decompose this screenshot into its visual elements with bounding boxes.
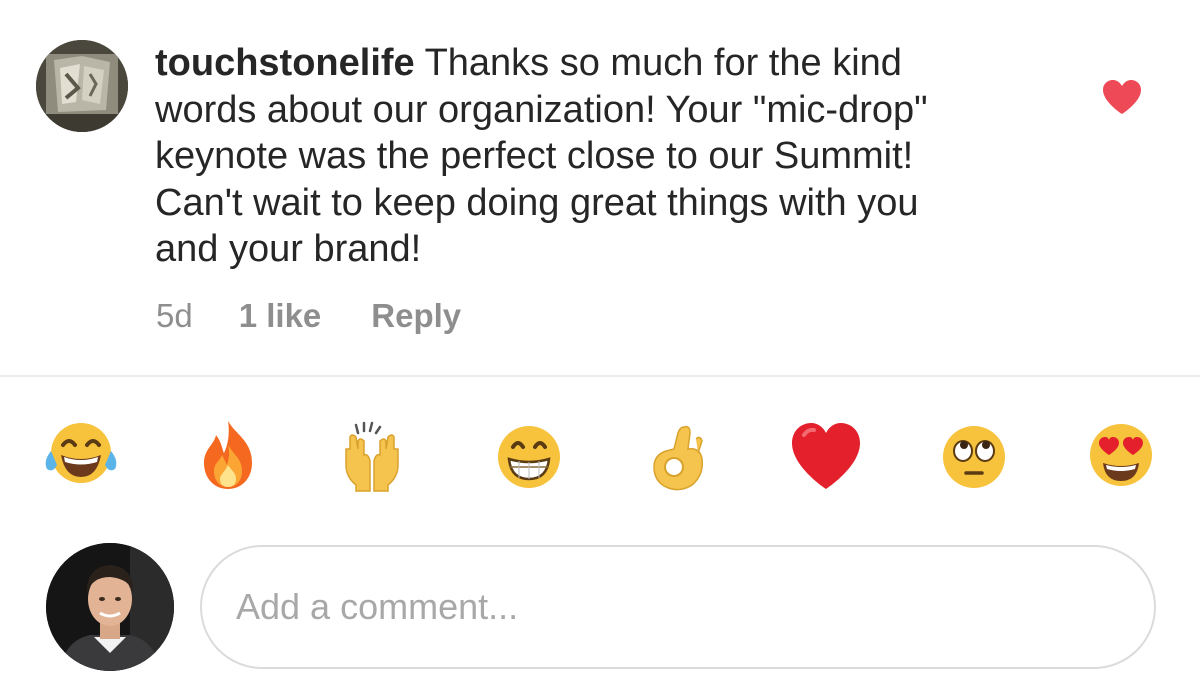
quick-emoji-bar — [0, 405, 1200, 505]
comment-text-line: touchstonelife Thanks so much for the ki… — [155, 40, 1055, 87]
comment-text-line: words about our organization! Your "mic-… — [155, 88, 928, 131]
comment-meta: 5d 1 like Reply — [156, 297, 461, 335]
comment-username[interactable]: touchstonelife — [155, 42, 415, 84]
smiling-face-with-heart-eyes-icon[interactable] — [1071, 405, 1171, 505]
comment-thread-view: touchstonelife Thanks so much for the ki… — [0, 0, 1200, 696]
grinning-face-icon[interactable] — [479, 405, 579, 505]
commenter-avatar[interactable] — [36, 40, 128, 132]
fire-icon[interactable] — [178, 405, 278, 505]
commenter-avatar-image — [36, 40, 128, 132]
face-with-tears-of-joy-icon[interactable] — [31, 405, 131, 505]
comment-text-segment: Thanks so much for the kind — [424, 42, 902, 84]
reply-button[interactable]: Reply — [371, 297, 461, 335]
comment-input-container[interactable] — [200, 545, 1156, 669]
comment-text: touchstonelife Thanks so much for the ki… — [155, 40, 1055, 273]
face-with-rolling-eyes-icon[interactable] — [924, 405, 1024, 505]
raising-hands-icon[interactable] — [322, 405, 422, 505]
comment-input[interactable] — [236, 547, 1116, 667]
current-user-avatar-image — [46, 543, 174, 671]
comment-item: touchstonelife Thanks so much for the ki… — [0, 0, 1200, 375]
comment-timestamp: 5d — [156, 297, 193, 334]
current-user-avatar[interactable] — [46, 543, 174, 671]
heart-icon[interactable] — [1101, 78, 1143, 116]
red-heart-icon[interactable] — [776, 405, 876, 505]
comment-text-line: Can't wait to keep doing great things wi… — [155, 181, 919, 224]
divider — [0, 375, 1200, 377]
comment-text-line: and your brand! — [155, 228, 422, 270]
ok-hand-icon[interactable] — [626, 405, 726, 505]
comment-text-line: keynote was the perfect close to our Sum… — [155, 135, 914, 177]
comment-likes-count[interactable]: 1 like — [239, 297, 322, 335]
